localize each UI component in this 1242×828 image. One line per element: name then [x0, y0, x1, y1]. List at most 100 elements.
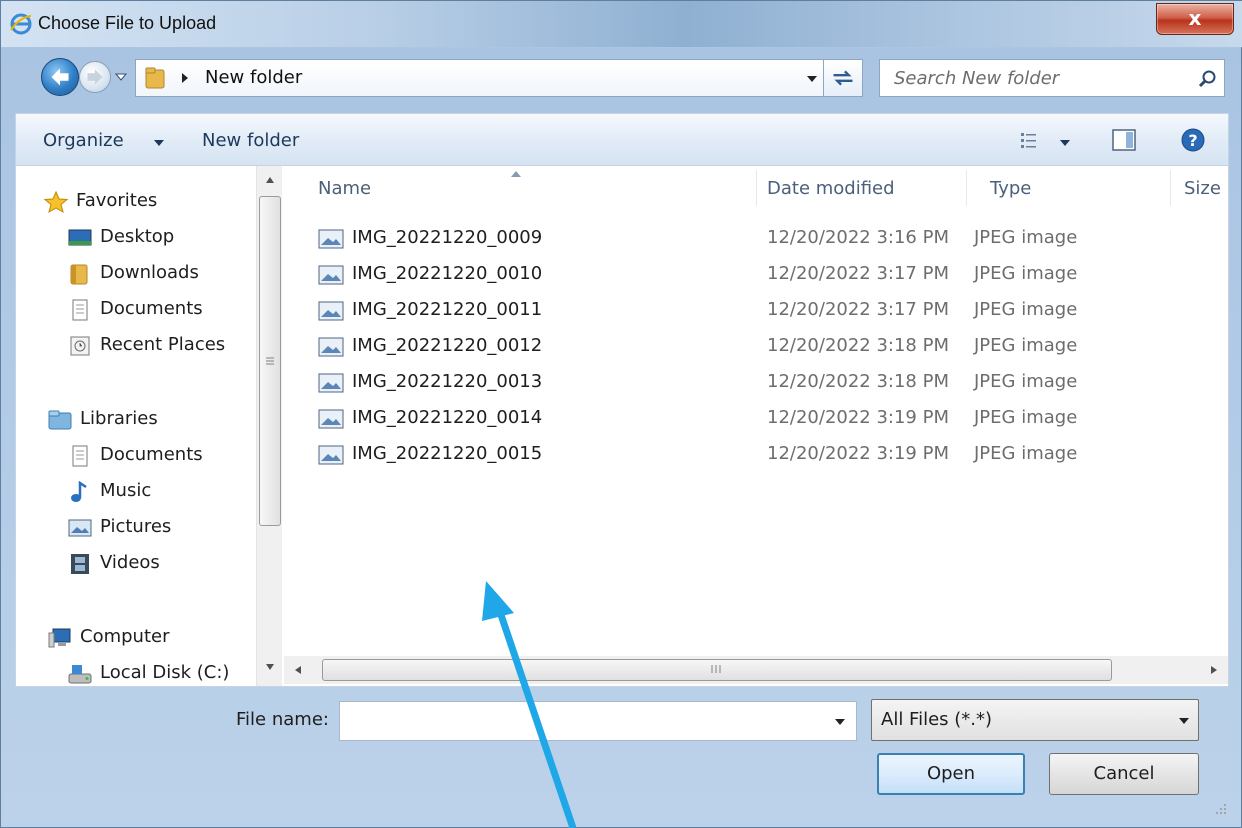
file-type: JPEG image: [974, 263, 1078, 284]
jpeg-file-icon: [318, 373, 344, 393]
file-type: JPEG image: [974, 335, 1078, 356]
table-row[interactable]: IMG_20221220_0009 12/20/2022 3:16 PM JPE…: [284, 224, 1228, 256]
file-date: 12/20/2022 3:17 PM: [767, 263, 949, 284]
scroll-right-icon[interactable]: [1210, 665, 1218, 675]
jpeg-file-icon: [318, 301, 344, 321]
file-date: 12/20/2022 3:16 PM: [767, 227, 949, 248]
sidebar-item-label: Documents: [100, 444, 203, 465]
browser-pane: Favorites Desktop Downloads Documents Re…: [15, 165, 1229, 687]
navigation-pane-scrollbar[interactable]: [256, 166, 282, 686]
navigation-pane: Favorites Desktop Downloads Documents Re…: [16, 166, 256, 686]
scroll-grip-icon: [711, 665, 721, 673]
file-name: IMG_20221220_0010: [352, 263, 543, 284]
scroll-grip-icon: [266, 357, 274, 365]
column-header-type[interactable]: Type: [990, 178, 1031, 199]
file-type: JPEG image: [974, 227, 1078, 248]
sidebar-item-label: Favorites: [76, 190, 158, 211]
window-title: Choose File to Upload: [38, 13, 217, 33]
file-name: IMG_20221220_0012: [352, 335, 543, 356]
sidebar-item-label: Local Disk (C:): [100, 662, 230, 683]
sidebar-item-label: Music: [100, 480, 152, 501]
table-row[interactable]: IMG_20221220_0011 12/20/2022 3:17 PM JPE…: [284, 296, 1228, 328]
search-input[interactable]: Search New folder: [894, 68, 1059, 89]
scroll-up-icon[interactable]: [265, 176, 275, 184]
column-divider[interactable]: [966, 170, 967, 206]
file-date: 12/20/2022 3:17 PM: [767, 299, 949, 320]
file-list: Name Date modified Type Size IMG_2022122…: [284, 166, 1228, 656]
file-name: IMG_20221220_0009: [352, 227, 543, 248]
file-upload-dialog: Choose File to Upload x New folder Searc…: [0, 0, 1242, 828]
jpeg-file-icon: [318, 445, 344, 465]
sidebar-item-label: Videos: [100, 552, 160, 573]
change-view-icon[interactable]: [1019, 131, 1039, 151]
new-folder-button[interactable]: New folder: [202, 130, 299, 151]
scroll-down-icon[interactable]: [265, 663, 275, 671]
file-type: JPEG image: [974, 299, 1078, 320]
preview-pane-icon[interactable]: [1112, 129, 1136, 151]
pictures-icon: [68, 519, 92, 537]
chevron-down-icon: [1179, 718, 1189, 724]
open-button[interactable]: Open: [877, 753, 1025, 795]
views-chevron-down-icon[interactable]: [1059, 139, 1071, 147]
scroll-left-icon[interactable]: [294, 665, 302, 675]
address-bar[interactable]: New folder: [135, 59, 855, 97]
file-name-dropdown-icon[interactable]: [834, 718, 846, 726]
breadcrumb-arrow-icon[interactable]: [180, 72, 190, 84]
file-type: JPEG image: [974, 443, 1078, 464]
table-row[interactable]: IMG_20221220_0013 12/20/2022 3:18 PM JPE…: [284, 368, 1228, 400]
file-list-horizontal-scrollbar[interactable]: [284, 656, 1228, 684]
file-type: JPEG image: [974, 371, 1078, 392]
column-header-date-modified[interactable]: Date modified: [767, 178, 895, 199]
file-name: IMG_20221220_0013: [352, 371, 543, 392]
forward-button[interactable]: [79, 61, 111, 93]
recent-pages-dropdown-icon[interactable]: [115, 71, 127, 83]
svg-text:?: ?: [1188, 131, 1197, 150]
table-row[interactable]: IMG_20221220_0014 12/20/2022 3:19 PM JPE…: [284, 404, 1228, 436]
column-header-name[interactable]: Name: [318, 178, 371, 199]
search-icon[interactable]: [1198, 69, 1218, 89]
file-name-input[interactable]: [339, 701, 857, 741]
film-strip-icon: [71, 554, 89, 574]
file-date: 12/20/2022 3:19 PM: [767, 407, 949, 428]
table-row[interactable]: IMG_20221220_0015 12/20/2022 3:19 PM JPE…: [284, 440, 1228, 472]
command-bar: Organize New folder ?: [15, 113, 1229, 165]
refresh-button[interactable]: [823, 59, 863, 97]
file-name: IMG_20221220_0011: [352, 299, 543, 320]
folder-icon: [145, 67, 165, 89]
document-icon: [72, 445, 88, 467]
table-row[interactable]: IMG_20221220_0010 12/20/2022 3:17 PM JPE…: [284, 260, 1228, 292]
chevron-down-icon[interactable]: [153, 139, 165, 147]
column-divider[interactable]: [1170, 170, 1171, 206]
file-type-filter-value: All Files (*.*): [881, 709, 993, 730]
refresh-icon: [833, 70, 853, 86]
back-button[interactable]: [41, 58, 79, 96]
file-name: IMG_20221220_0015: [352, 443, 543, 464]
jpeg-file-icon: [318, 409, 344, 429]
breadcrumb-current-folder[interactable]: New folder: [205, 67, 302, 88]
desktop-icon: [68, 229, 92, 246]
annotation-arrow-icon: [482, 581, 577, 828]
star-icon: [44, 191, 68, 213]
cancel-button[interactable]: Cancel: [1049, 753, 1199, 795]
computer-icon: [48, 628, 71, 648]
back-arrow-icon: [51, 68, 69, 86]
file-date: 12/20/2022 3:19 PM: [767, 443, 949, 464]
column-header-size[interactable]: Size: [1184, 178, 1221, 199]
column-divider[interactable]: [756, 170, 757, 206]
table-row[interactable]: IMG_20221220_0012 12/20/2022 3:18 PM JPE…: [284, 332, 1228, 364]
file-type: JPEG image: [974, 407, 1078, 428]
sidebar-item-label: Pictures: [100, 516, 172, 537]
document-icon: [72, 299, 88, 321]
sort-ascending-icon: [511, 171, 521, 177]
close-button[interactable]: x: [1156, 3, 1234, 35]
help-icon[interactable]: ?: [1180, 127, 1206, 153]
search-box[interactable]: Search New folder: [879, 59, 1225, 97]
recent-places-icon: [70, 336, 90, 356]
title-bar[interactable]: Choose File to Upload x: [1, 1, 1242, 47]
file-type-filter-select[interactable]: All Files (*.*): [871, 699, 1199, 741]
address-dropdown-icon[interactable]: [806, 74, 818, 84]
forward-arrow-icon: [87, 69, 103, 85]
organize-button[interactable]: Organize: [43, 130, 124, 151]
resize-grip-icon[interactable]: [1213, 801, 1227, 815]
jpeg-file-icon: [318, 337, 344, 357]
